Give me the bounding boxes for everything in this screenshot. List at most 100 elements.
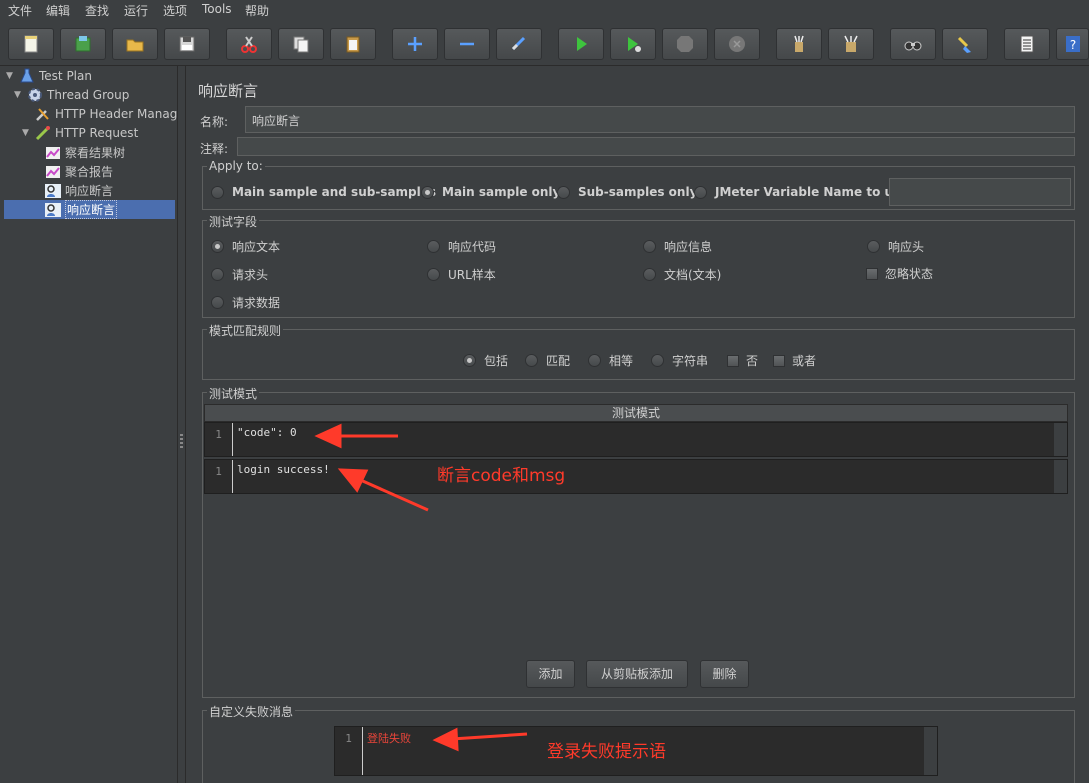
- radio-response-text[interactable]: 响应文本: [211, 238, 280, 255]
- templates-button[interactable]: [60, 28, 106, 60]
- start-no-pause-icon: [628, 37, 641, 52]
- radio-dot: [463, 354, 476, 367]
- radio-substring[interactable]: 字符串: [651, 352, 708, 369]
- function-helper-icon: [1020, 35, 1034, 53]
- menu-help[interactable]: 帮助: [245, 2, 269, 19]
- radio-dot: [427, 268, 440, 281]
- expand-arrow-icon[interactable]: ▼: [6, 71, 18, 81]
- radio-response-headers[interactable]: 响应头: [867, 238, 924, 255]
- menu-search[interactable]: 查找: [85, 2, 109, 19]
- expand-icon: [408, 37, 422, 51]
- start-icon: [577, 37, 587, 51]
- pattern-row-2[interactable]: 1 login success!: [204, 459, 1068, 494]
- tree-item-thread-group[interactable]: ▼ Thread Group: [14, 85, 129, 104]
- toggle-button[interactable]: [496, 28, 542, 60]
- radio-contains[interactable]: 包括: [463, 352, 508, 369]
- search-button[interactable]: [890, 28, 936, 60]
- name-field[interactable]: 响应断言: [245, 106, 1075, 133]
- new-button[interactable]: [8, 28, 54, 60]
- shutdown-button[interactable]: [714, 28, 760, 60]
- reset-search-button[interactable]: [942, 28, 988, 60]
- add-from-clipboard-button[interactable]: 从剪贴板添加: [586, 660, 688, 688]
- page-title: 响应断言: [198, 82, 259, 100]
- function-helper-button[interactable]: [1004, 28, 1050, 60]
- svg-text:?: ?: [1069, 38, 1075, 52]
- tree-item-response-assertion-2[interactable]: 响应断言: [4, 200, 175, 219]
- radio-dot: [694, 185, 707, 199]
- toolbar: ?: [0, 22, 1089, 66]
- menu-bar: 文件 编辑 查找 运行 选项 Tools 帮助: [0, 0, 1089, 20]
- flask-icon: [18, 68, 36, 84]
- search-icon: [904, 41, 922, 51]
- stop-button[interactable]: [662, 28, 708, 60]
- match-rules-group: 模式匹配规则 包括 匹配 相等 字符串 否 或者: [202, 322, 1075, 380]
- clear-button[interactable]: [776, 28, 822, 60]
- radio-dot: [427, 240, 440, 253]
- radio-response-message[interactable]: 响应信息: [643, 238, 712, 255]
- expand-button[interactable]: [392, 28, 438, 60]
- radio-url-sampled[interactable]: URL样本: [427, 266, 496, 283]
- radio-request-data[interactable]: 请求数据: [211, 294, 280, 311]
- radio-equals[interactable]: 相等: [588, 352, 633, 369]
- clear-all-button[interactable]: [828, 28, 874, 60]
- menu-edit[interactable]: 编辑: [46, 2, 70, 19]
- tree-item-test-plan[interactable]: ▼ Test Plan: [6, 66, 92, 85]
- comment-field[interactable]: [237, 137, 1075, 156]
- paste-button[interactable]: [330, 28, 376, 60]
- expand-arrow-icon[interactable]: ▼: [22, 128, 34, 138]
- tree-item-http-request[interactable]: ▼ HTTP Request: [22, 123, 138, 142]
- radio-dot: [421, 185, 434, 199]
- collapse-button[interactable]: [444, 28, 490, 60]
- menu-tools[interactable]: Tools: [202, 2, 232, 16]
- menu-options[interactable]: 选项: [163, 2, 187, 19]
- radio-main-and-sub[interactable]: Main sample and sub-samples: [211, 185, 436, 199]
- radio-main-only[interactable]: Main sample only: [421, 185, 560, 199]
- or-checkbox[interactable]: 或者: [773, 352, 816, 369]
- checkbox-box: [773, 354, 785, 367]
- tree-item-response-assertion-1[interactable]: 响应断言: [44, 181, 113, 200]
- radio-dot: [557, 185, 570, 199]
- help-button[interactable]: ?: [1056, 28, 1089, 60]
- menu-file[interactable]: 文件: [8, 2, 32, 19]
- line-number: 1: [205, 423, 233, 456]
- tree-item-header-manager[interactable]: HTTP Header Manag: [34, 104, 177, 123]
- tree-item-aggregate-report[interactable]: 聚合报告: [44, 162, 113, 181]
- scrollbar[interactable]: [1053, 423, 1067, 456]
- delete-button[interactable]: 删除: [700, 660, 749, 688]
- ignore-status-checkbox[interactable]: 忽略状态: [866, 265, 933, 282]
- checkbox-box: [866, 267, 878, 280]
- new-icon: [24, 35, 38, 53]
- add-button[interactable]: 添加: [526, 660, 575, 688]
- radio-jmeter-variable[interactable]: JMeter Variable Name to use: [694, 185, 908, 199]
- cut-button[interactable]: [226, 28, 272, 60]
- paste-icon: [346, 36, 360, 53]
- copy-icon: [293, 36, 309, 53]
- menu-run[interactable]: 运行: [124, 2, 148, 19]
- pattern-text[interactable]: "code": 0: [237, 426, 297, 439]
- radio-sub-only[interactable]: Sub-samples only: [557, 185, 697, 199]
- scrollbar[interactable]: [1053, 460, 1067, 493]
- copy-button[interactable]: [278, 28, 324, 60]
- split-pane-divider[interactable]: [178, 66, 186, 783]
- failure-message-title: 自定义失败消息: [207, 703, 296, 720]
- radio-matches[interactable]: 匹配: [525, 352, 570, 369]
- patterns-column-header: 测试模式: [204, 404, 1068, 422]
- failure-message-text[interactable]: 登陆失败: [367, 730, 411, 746]
- expand-arrow-icon[interactable]: ▼: [14, 90, 26, 100]
- assert-annotation: 断言code和msg: [437, 466, 566, 486]
- open-button[interactable]: [112, 28, 158, 60]
- pattern-text[interactable]: login success!: [237, 463, 330, 476]
- not-checkbox[interactable]: 否: [727, 352, 758, 369]
- start-button[interactable]: [558, 28, 604, 60]
- jmeter-variable-field[interactable]: [889, 178, 1071, 206]
- radio-request-headers[interactable]: 请求头: [211, 266, 268, 283]
- tree-item-view-results-tree[interactable]: 察看结果树: [44, 143, 125, 162]
- pattern-row-1[interactable]: 1 "code": 0: [204, 422, 1068, 457]
- save-button[interactable]: [164, 28, 210, 60]
- scrollbar[interactable]: [923, 727, 937, 775]
- start-no-pause-button[interactable]: [610, 28, 656, 60]
- help-icon: ?: [1065, 36, 1080, 52]
- radio-dot: [643, 240, 656, 253]
- radio-document[interactable]: 文档(文本): [643, 266, 721, 283]
- radio-response-code[interactable]: 响应代码: [427, 238, 496, 255]
